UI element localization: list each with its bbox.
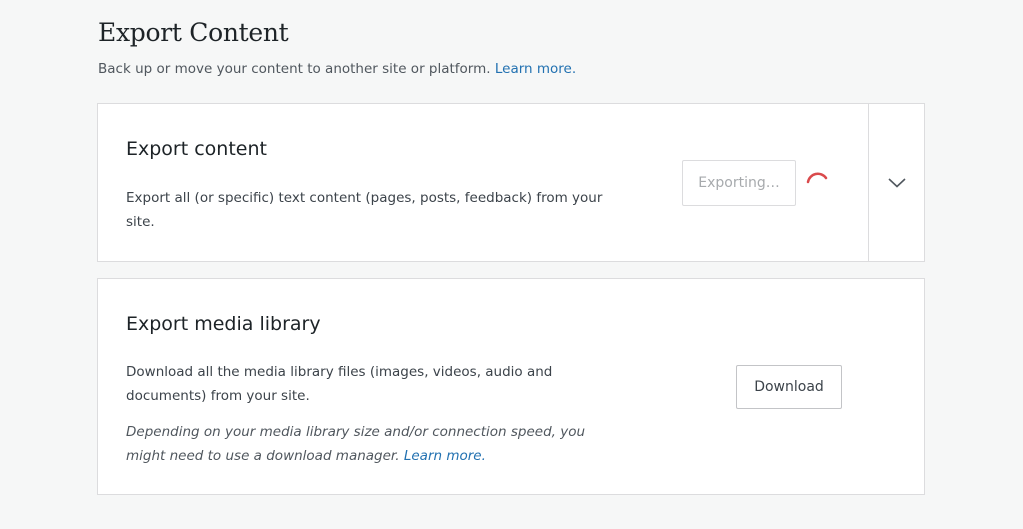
export-content-card: Export content Export all (or specific) … [97, 103, 925, 262]
export-content-description: Export all (or specific) text content (p… [126, 190, 603, 230]
export-media-note: Depending on your media library size and… [126, 420, 616, 468]
chevron-down-icon [888, 177, 906, 188]
page-subtitle: Back up or move your content to another … [98, 61, 576, 77]
export-media-description: Download all the media library files (im… [126, 364, 553, 404]
export-media-title: Export media library [126, 313, 321, 335]
exporting-button[interactable]: Exporting… [682, 160, 796, 206]
export-content-title: Export content [126, 138, 267, 160]
export-page: Export Content Back up or move your cont… [0, 0, 1023, 529]
expand-toggle-button[interactable] [869, 104, 925, 261]
export-media-card: Export media library Download all the me… [97, 278, 925, 495]
note-learn-more-link[interactable]: Learn more. [404, 448, 486, 464]
page-title: Export Content [98, 18, 289, 47]
download-button[interactable]: Download [736, 365, 842, 409]
loading-spinner-icon [806, 172, 828, 184]
page-subtitle-text: Back up or move your content to another … [98, 61, 491, 77]
learn-more-link[interactable]: Learn more. [495, 61, 576, 77]
export-media-note-text: Depending on your media library size and… [126, 424, 586, 464]
